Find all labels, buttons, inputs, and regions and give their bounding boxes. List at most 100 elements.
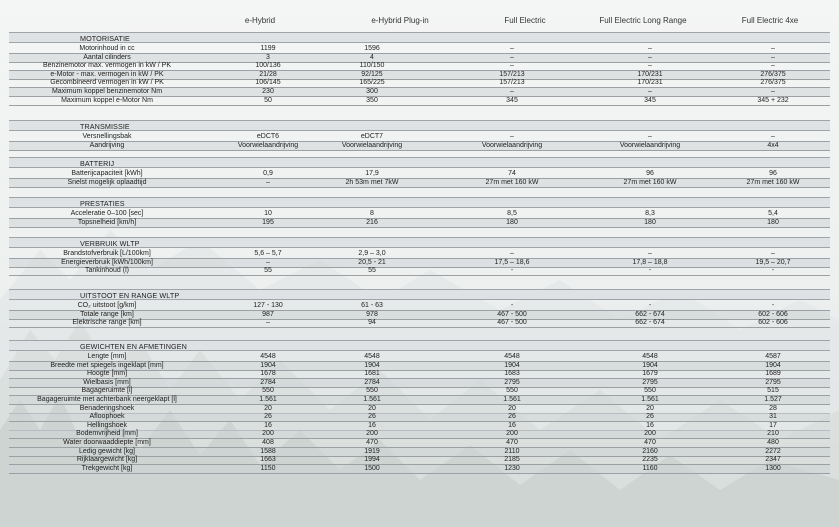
row-value: 2795 [765,378,781,386]
row-value: 1904 [364,361,380,369]
row-value: 55 [368,267,376,275]
column-header: Full Electric 4xe [741,16,799,25]
row-value: 515 [767,387,779,395]
section-title: TRANSMISSIE [80,122,130,131]
row-label: Water doorwaaddiepte [mm] [63,439,151,446]
row-value: 16 [508,421,516,429]
row-value: 2235 [642,456,658,464]
table-row: Trekgewicht [kg] 1150 1500 1230 1160 1300 [9,464,830,474]
row-label: Aantal cilinders [83,53,131,61]
row-label: Bagageruimte [l] [81,387,133,395]
row-value: 17,8 – 18,8 [632,258,668,266]
row-value: 1160 [642,464,658,472]
row-value: 4548 [260,353,276,360]
row-label: Snelst mogelijk oplaadtijd [67,178,147,186]
row-value: 4548 [642,353,658,360]
row-value: 1.561 [363,396,381,403]
row-value: 8,5 [507,210,517,217]
row-value: 276/375 [760,79,786,87]
row-value: 170/231 [637,79,663,87]
row-value: – [771,88,775,95]
row-value: 28 [769,404,777,412]
row-value: 1904 [260,361,276,369]
row-value: 2,9 – 3,0 [358,250,386,257]
row-value: 2272 [765,447,781,455]
row-value: - [771,302,775,309]
table-row: Tankinhoud (l) 55 55 - - - [9,267,830,277]
row-value: 550 [366,387,378,395]
row-value: – [266,319,270,327]
row-value: 16 [646,421,654,429]
row-value: 21/28 [259,70,277,78]
row-value: – [771,45,775,52]
row-value: 3 [266,53,270,61]
row-value: 480 [767,439,779,446]
row-label: Acceleratie 0–100 [sec] [70,210,144,217]
row-value: 1904 [642,361,658,369]
row-value: 106/145 [255,79,281,87]
row-value: 0,9 [263,170,273,177]
row-value: 1994 [364,456,380,464]
row-value: – [266,178,270,186]
row-value: 470 [644,439,656,446]
row-label: Versnellingsbak [82,133,132,140]
row-value: 300 [366,88,378,95]
row-value: - [510,267,514,275]
row-value: 94 [368,319,376,327]
table-row: Snelst mogelijk oplaadtijd – 2h 53m met 7k… [9,178,830,188]
row-label: Tankinhoud (l) [85,267,129,275]
row-value: - [648,267,652,275]
row-value: 2784 [260,378,276,386]
row-value: 1904 [504,361,520,369]
row-label: Lengte [mm] [87,353,127,360]
row-value: 100/136 [255,62,281,70]
row-value: 2795 [504,378,520,386]
section-title: GEWICHTEN EN AFMETINGEN [80,342,187,351]
row-value: 4 [370,53,374,61]
row-label: e-Motor - max. vermogen in kW / PK [50,70,164,78]
row-value: 157/213 [499,79,525,87]
row-value: 602 - 606 [758,319,788,327]
row-value: 26 [264,413,272,421]
row-label: Hellingshoek [86,421,128,429]
row-value: 1.561 [259,396,277,403]
row-value: 1919 [364,447,380,455]
row-value: 20 [646,404,654,412]
row-value: 19,5 – 20,7 [755,258,791,266]
row-label: Afloophoek [89,413,125,421]
row-value: – [648,88,652,95]
row-value: 27m met 160 kW [623,178,677,186]
column-header: e-Hybrid Plug-in [371,16,429,25]
row-value: 1.561 [641,396,659,403]
row-value: 550 [262,387,274,395]
row-value: 16 [264,421,272,429]
row-value: 157/213 [499,70,525,78]
row-value: 602 - 606 [758,310,788,318]
row-label: Brandstofverbruik [L/100km] [63,250,151,257]
row-value: 2784 [364,378,380,386]
section-title: MOTORISATIE [80,34,130,43]
row-value: 1681 [364,370,380,378]
row-value: 1.527 [764,396,782,403]
row-value: 2795 [642,378,658,386]
row-value: 200 [366,430,378,438]
row-value: 1.561 [503,396,521,403]
row-label: Hoogte [mm] [86,370,128,378]
row-value: – [648,53,652,61]
row-label: Topsnelheid [km/h] [77,218,137,226]
column-header: e-Hybrid [244,16,276,25]
row-label: Bodemvrijheid [mm] [76,430,138,438]
row-value: 127 - 130 [253,302,283,309]
row-value: Voorwielaandrijving [619,141,681,149]
section-header: UITSTOOT EN RANGE WLTP [9,289,830,300]
row-value: 17 [769,421,777,429]
row-value: 170/231 [637,70,663,78]
row-value: – [771,133,775,140]
table-row: Aandrijving Voorwielaandrijving Voorwielaa… [9,141,830,151]
row-value: 408 [262,439,274,446]
row-value: 165/225 [359,79,385,87]
row-value: 662 - 674 [635,310,665,318]
row-value: 2185 [504,456,520,464]
row-value: 20 [508,404,516,412]
row-value: 345 + 232 [757,96,789,104]
